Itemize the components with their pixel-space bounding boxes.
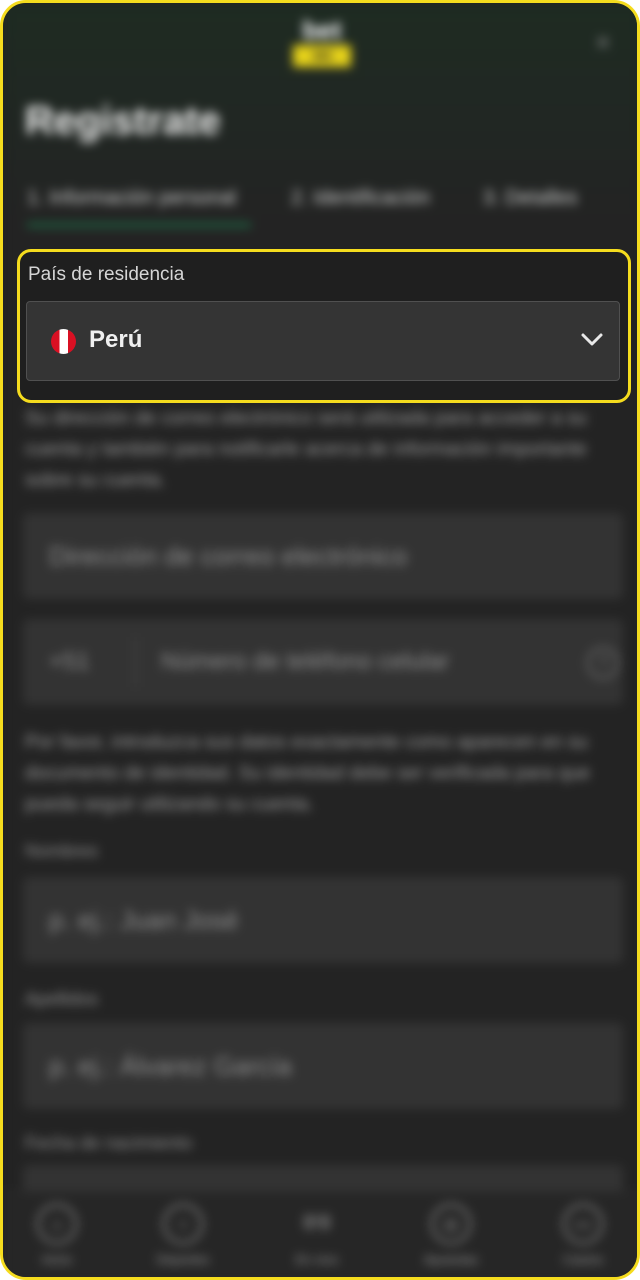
email-field[interactable]: Dirección de correo electrónico: [23, 513, 623, 599]
name-field[interactable]: p. ej.: Juan José: [23, 877, 623, 963]
chevron-down-icon[interactable]: [579, 326, 605, 352]
email-info-text: Su dirección de correo electrónico será …: [25, 408, 587, 491]
active-tab-indicator: [27, 223, 251, 227]
peru-flag-icon: [51, 329, 76, 354]
step-tabs: 1. Información personal 2. Identificació…: [27, 183, 627, 235]
nav-label-bets: Apuestas: [423, 1252, 479, 1267]
tab-personal-info[interactable]: 1. Información personal: [27, 183, 251, 223]
page-title: Registrate: [25, 99, 221, 143]
home-icon: ⌂: [37, 1204, 77, 1244]
birth-date-label: Fecha de nacimiento: [25, 1133, 193, 1153]
phone-placeholder: Número de teléfono celular: [161, 648, 450, 675]
help-icon[interactable]: ?: [587, 647, 619, 679]
tab-identification[interactable]: 2. Identificación: [291, 183, 451, 223]
live-icon: ((•)): [303, 1213, 331, 1230]
nav-label-sports: Deportes: [156, 1252, 210, 1267]
identity-info-text: Por favor, introduzca sus datos exactame…: [25, 732, 591, 815]
country-select[interactable]: Perú: [26, 301, 620, 381]
app-frame: bet 365 × Registrate 1. Información pers…: [0, 0, 640, 1280]
nav-item-bets[interactable]: ◎ Apuestas: [401, 1204, 501, 1277]
phone-prefix[interactable]: +51: [49, 619, 90, 705]
tab-details[interactable]: 3. Detalles: [483, 183, 613, 223]
blurred-background: bet 365 × Registrate 1. Información pers…: [3, 3, 637, 1277]
close-icon[interactable]: ×: [589, 29, 617, 57]
phone-separator: [135, 637, 136, 687]
logo-top: bet: [302, 15, 342, 45]
nav-item-live[interactable]: ((•)) En vivo: [267, 1204, 367, 1277]
surname-label: Apellidos: [25, 989, 99, 1009]
nav-label-live: En vivo: [295, 1252, 339, 1267]
bets-icon: ◎: [431, 1204, 471, 1244]
name-label: Nombres: [25, 841, 99, 861]
country-highlight: País de residencia Perú: [17, 249, 631, 403]
logo-bottom: 365: [293, 45, 351, 67]
nav-label-casino: Casino: [562, 1252, 604, 1267]
nav-item-home[interactable]: ⌂ Inicio: [7, 1204, 107, 1277]
country-label: País de residencia: [28, 264, 185, 285]
surname-field[interactable]: p. ej.: Álvarez García: [23, 1023, 623, 1109]
bottom-nav: ⌂ Inicio ○ Deportes ((•)) En vivo ◎ Apue…: [3, 1191, 637, 1277]
phone-field[interactable]: +51 Número de teléfono celular ?: [23, 619, 623, 705]
nav-item-sports[interactable]: ○ Deportes: [133, 1204, 233, 1277]
bet365-logo: bet 365: [293, 15, 351, 69]
nav-item-casino[interactable]: ▭ Casino: [533, 1204, 633, 1277]
search-icon: ○: [163, 1204, 203, 1244]
casino-icon: ▭: [563, 1204, 603, 1244]
country-value: Perú: [89, 326, 143, 353]
nav-label-home: Inicio: [41, 1252, 73, 1267]
